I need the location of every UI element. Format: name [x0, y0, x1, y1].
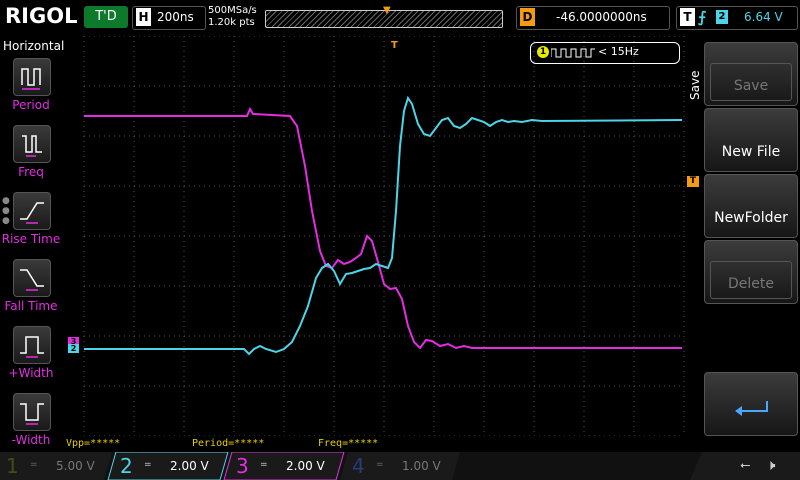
square-wave-icon	[551, 48, 595, 58]
measure-item-label: +Width	[8, 366, 54, 380]
delay-value: -46.0000000ns	[556, 10, 647, 24]
measure-item-fall-time[interactable]: Fall Time	[0, 259, 62, 325]
delete-button-label: Delete	[728, 276, 774, 292]
trigger-source: 2	[716, 10, 728, 24]
trigger-position-marker[interactable]: T	[391, 40, 398, 51]
freq-counter-value: < 15Hz	[598, 45, 639, 58]
channel-1-tab[interactable]: 1 = 5.00 V	[4, 452, 116, 480]
measure-menu-title: Horizontal	[3, 39, 65, 53]
channel-3-tab[interactable]: 3 = 2.00 V	[234, 452, 346, 480]
trigger-level-marker[interactable]: T	[687, 176, 699, 187]
measure-item-rise-time[interactable]: Rise Time	[0, 192, 62, 258]
save-menu-title: Save	[688, 70, 702, 100]
channel-2-tab[interactable]: 2 = 2.00 V	[118, 452, 230, 480]
rising-edge-icon: ⨍	[698, 8, 707, 26]
run-state-badge[interactable]: T'D	[84, 6, 128, 28]
trigger-level: 6.64 V	[744, 10, 783, 24]
measure-item-label: -Width	[11, 433, 51, 447]
timebase-value: 200ns	[157, 10, 194, 24]
channel-number: 1	[6, 454, 19, 478]
freq-icon	[13, 125, 51, 163]
memory-trigger-marker: ▼	[383, 5, 391, 16]
measure-item-neg-width[interactable]: -Width	[0, 393, 62, 459]
measure-item-label: Freq	[18, 165, 44, 179]
channel-3-trace	[84, 106, 682, 350]
coupling-icon: =	[260, 460, 268, 470]
waveform-display[interactable]	[62, 36, 702, 436]
new-file-button[interactable]: New File	[704, 108, 798, 172]
measure-item-label: Rise Time	[1, 232, 61, 246]
coupling-icon: =	[30, 460, 38, 470]
period-icon	[13, 58, 51, 96]
new-folder-button[interactable]: NewFolder	[704, 174, 798, 238]
neg-width-icon	[13, 393, 51, 431]
measure-readout-vpp: Vpp=*****	[66, 438, 121, 449]
memory-depth: 1.20k pts	[208, 17, 255, 28]
new-file-button-label: New File	[721, 144, 781, 160]
channel-4-tab[interactable]: 4 = 1.00 V	[350, 452, 462, 480]
channel-number: 2	[120, 454, 133, 478]
graticule-grid	[83, 36, 685, 436]
delay-label: D	[520, 8, 535, 26]
measure-readout-period: Period=*****	[192, 438, 265, 449]
coupling-icon: =	[144, 460, 152, 470]
measure-menu: Horizontal ● ● ● Period Freq Rise Time Fal…	[0, 36, 65, 452]
channel-scale: 2.00 V	[286, 459, 325, 473]
usb-icon: ⭠	[740, 458, 751, 473]
fall-time-icon	[13, 259, 51, 297]
return-arrow-icon	[735, 401, 768, 416]
delete-button[interactable]: Delete	[704, 240, 798, 304]
timebase-label: H	[136, 8, 151, 26]
back-button[interactable]	[704, 372, 798, 436]
coupling-icon: =	[376, 460, 384, 470]
sample-rate: 500MSa/s	[208, 5, 257, 16]
channel-scale: 5.00 V	[56, 459, 95, 473]
channel-2-offset-marker[interactable]: 2	[68, 344, 79, 353]
measure-item-pos-width[interactable]: +Width	[0, 326, 62, 392]
waveform-graticule	[83, 36, 685, 436]
measure-item-label: Period	[12, 98, 50, 112]
measure-item-freq[interactable]: Freq	[0, 125, 62, 191]
measure-item-label: Fall Time	[4, 299, 58, 313]
freq-counter-channel: 1	[537, 46, 549, 58]
mute-icon[interactable]: 🕨	[766, 456, 775, 474]
acquisition-info: 500MSa/s 1.20k pts	[208, 5, 257, 29]
rise-time-icon	[13, 192, 51, 230]
channel-scale: 2.00 V	[170, 459, 209, 473]
channel-number: 3	[236, 454, 249, 478]
status-bar: RIGOL T'D H 200ns 500MSa/s 1.20k pts ▼ D…	[0, 0, 800, 36]
measure-item-period[interactable]: Period	[0, 58, 62, 124]
measure-readout-freq: Freq=*****	[318, 438, 379, 449]
channel-2-trace	[84, 95, 683, 356]
brand-logo: RIGOL	[5, 4, 78, 28]
channel-scale: 1.00 V	[402, 459, 441, 473]
pos-width-icon	[13, 326, 51, 364]
save-button-label: Save	[733, 78, 769, 94]
trigger-label: T	[680, 8, 695, 26]
channel-number: 4	[352, 454, 365, 478]
save-button[interactable]: Save	[704, 42, 798, 106]
new-folder-button-label: NewFolder	[714, 210, 788, 226]
